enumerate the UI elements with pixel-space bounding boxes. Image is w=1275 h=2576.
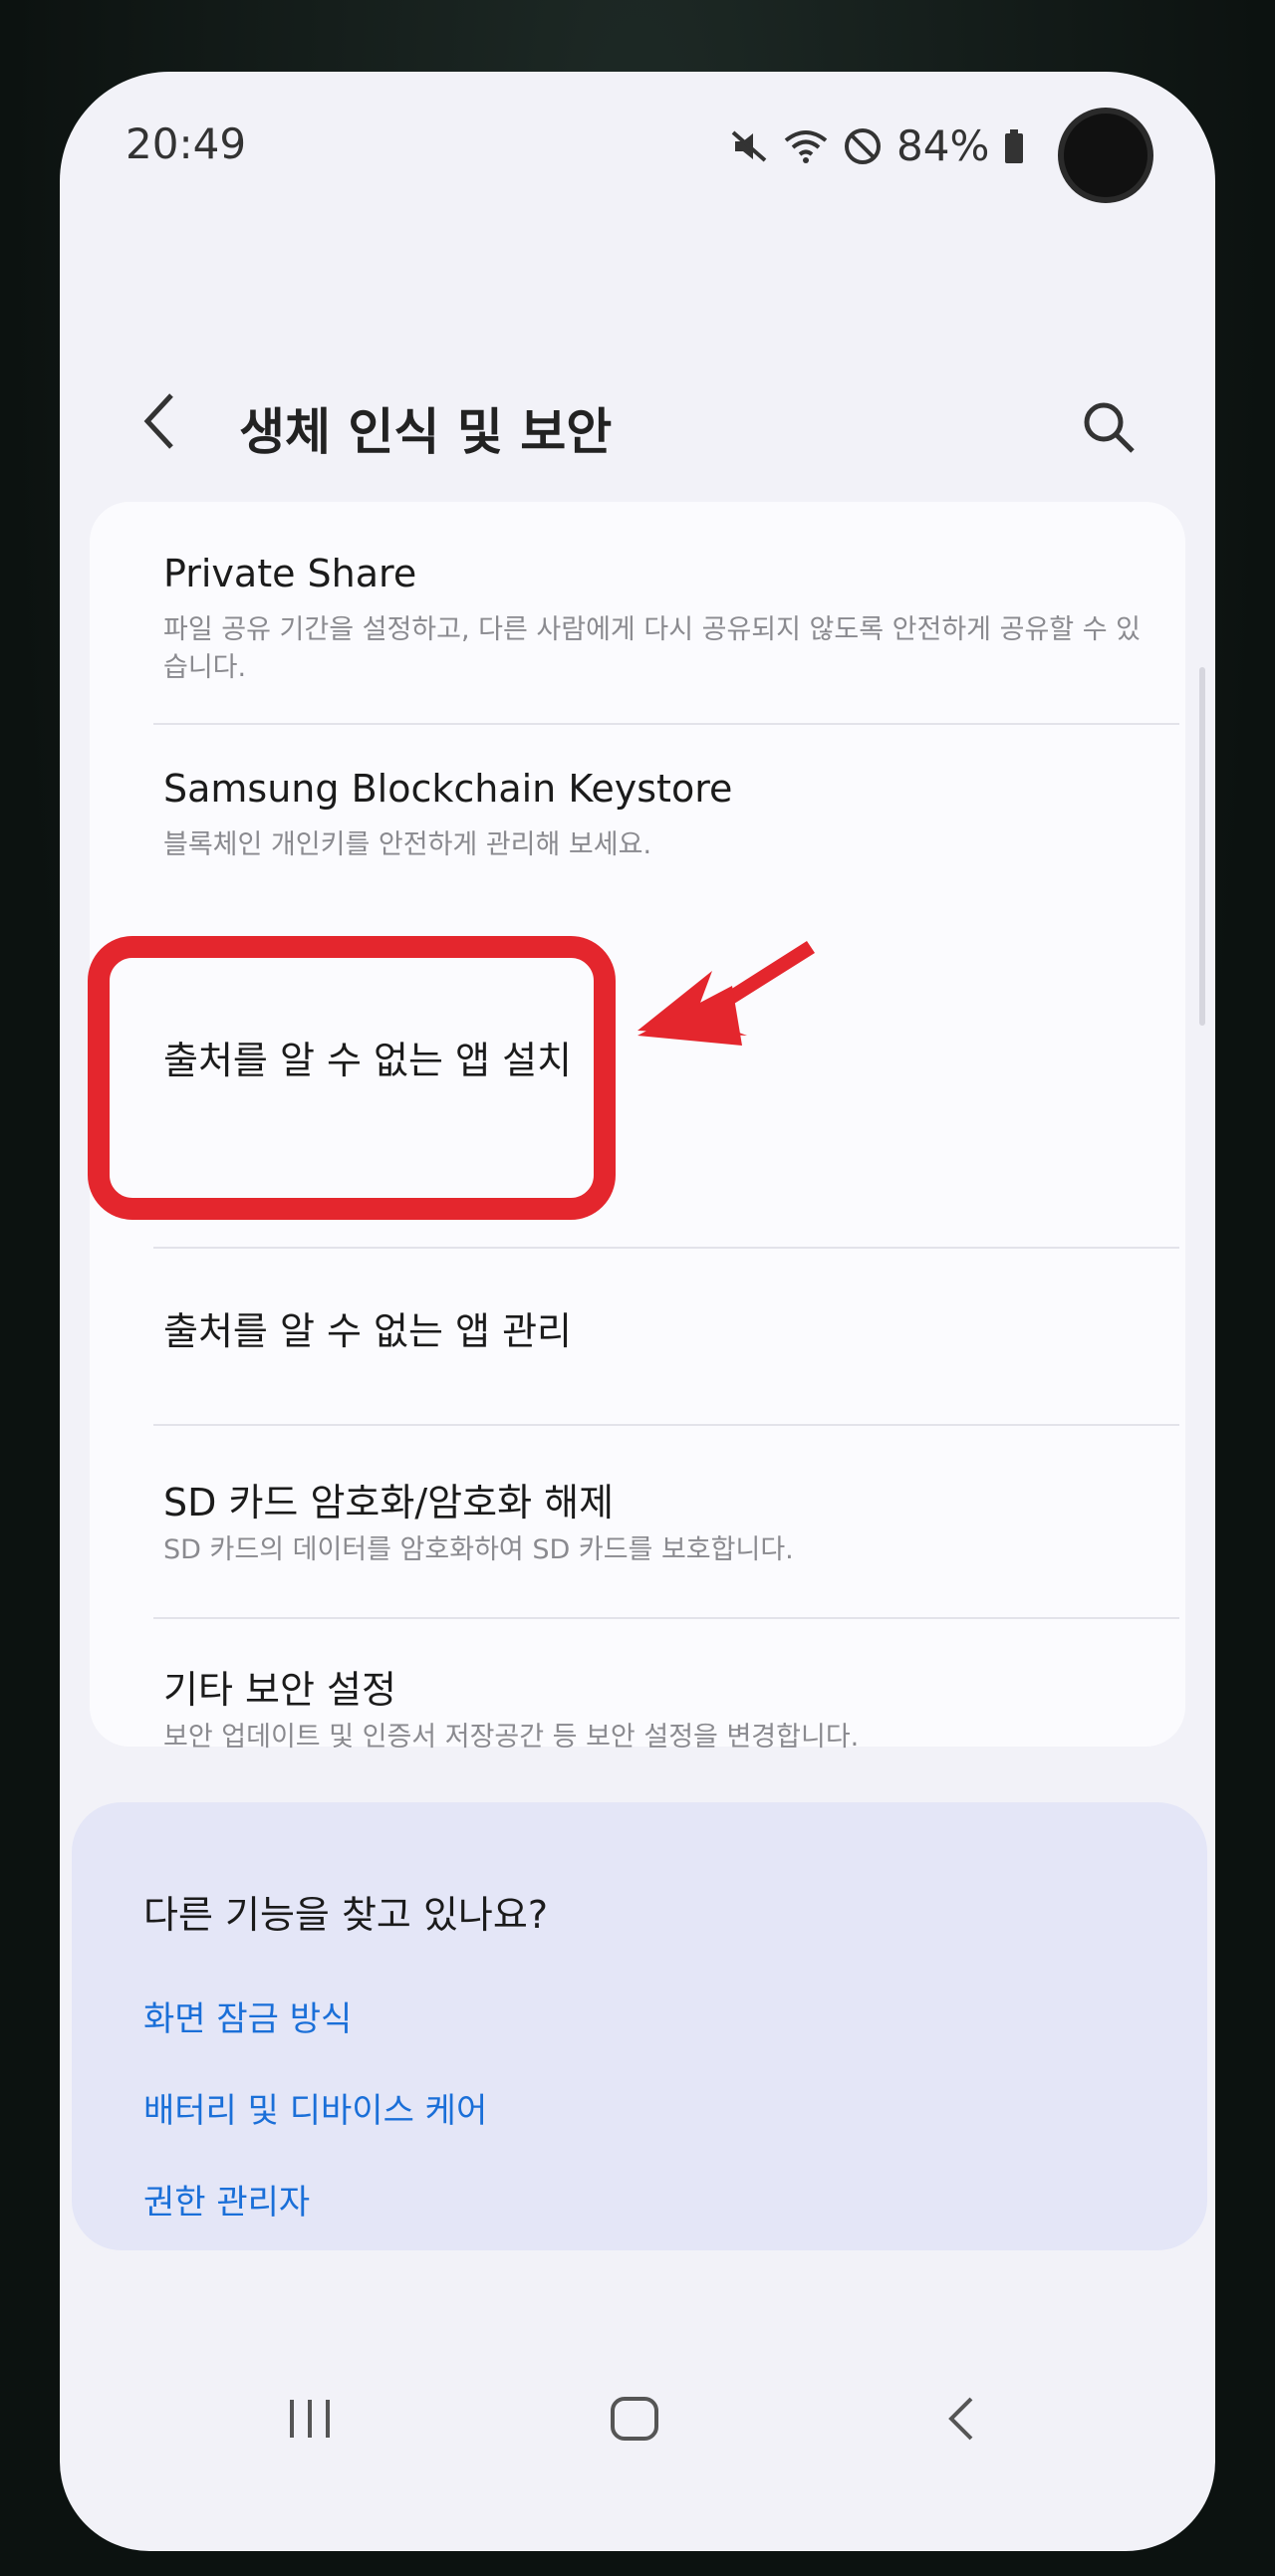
wifi-icon	[783, 126, 829, 166]
front-camera	[1058, 108, 1153, 203]
setting-title: 출처를 알 수 없는 앱 관리	[163, 1309, 572, 1353]
status-time: 20:49	[126, 119, 247, 168]
setting-subtitle: 보안 업데이트 및 인증서 저장공간 등 보안 설정을 변경합니다.	[163, 1722, 860, 1753]
search-icon	[1081, 399, 1137, 459]
link-screen-lock-type[interactable]: 화면 잠금 방식	[143, 1991, 352, 2040]
back-icon	[941, 2391, 981, 2451]
setting-title: Samsung Blockchain Keystore	[163, 767, 733, 811]
setting-title: SD 카드 암호화/암호화 해제	[163, 1481, 615, 1524]
home-icon	[607, 2391, 662, 2451]
home-button[interactable]	[590, 2376, 679, 2465]
setting-subtitle: 파일 공유 기간을 설정하고, 다른 사람에게 다시 공유되지 않도록 안전하게…	[163, 614, 1141, 683]
setting-other-security[interactable]: 기타 보안 설정 보안 업데이트 및 인증서 저장공간 등 보안 설정을 변경합…	[90, 1621, 1185, 1753]
nav-back-button[interactable]	[916, 2376, 1006, 2465]
page-title: 생체 인식 및 보안	[239, 403, 613, 461]
phone-screen: 20:49 84% 생체 인식 및 보안 Private Share 파일 공유…	[60, 72, 1215, 2551]
setting-manage-unknown-apps[interactable]: 출처를 알 수 없는 앱 관리	[90, 1251, 1185, 1420]
status-icons: 84%	[729, 121, 1025, 170]
phone-case: 20:49 84% 생체 인식 및 보안 Private Share 파일 공유…	[0, 0, 1275, 2576]
recent-apps-button[interactable]	[265, 2376, 355, 2465]
battery-percentage: 84%	[896, 121, 990, 170]
setting-title: Private Share	[163, 552, 417, 595]
red-arrow-icon	[638, 941, 815, 1046]
search-button[interactable]	[1074, 394, 1144, 464]
divider	[153, 1424, 1179, 1426]
divider	[153, 723, 1179, 725]
setting-subtitle: SD 카드의 데이터를 암호화하여 SD 카드를 보호합니다.	[163, 1534, 794, 1565]
link-battery-device-care[interactable]: 배터리 및 디바이스 케어	[143, 2083, 487, 2132]
scrollbar[interactable]	[1199, 667, 1205, 1026]
mute-icon	[729, 126, 769, 166]
battery-icon	[1003, 126, 1025, 166]
help-card: 다른 기능을 찾고 있나요? 화면 잠금 방식 배터리 및 디바이스 케어 권한…	[72, 1802, 1207, 2250]
do-not-disturb-icon	[843, 126, 883, 166]
app-bar: 생체 인식 및 보안	[60, 360, 1215, 490]
divider	[153, 1247, 1179, 1249]
setting-title: 기타 보안 설정	[163, 1668, 396, 1712]
divider	[153, 1617, 1179, 1619]
setting-private-share[interactable]: Private Share 파일 공유 기간을 설정하고, 다른 사람에게 다시…	[90, 532, 1185, 731]
highlight-annotation-box	[88, 936, 616, 1220]
setting-blockchain-keystore[interactable]: Samsung Blockchain Keystore 블록체인 개인키를 안전…	[90, 741, 1185, 910]
recent-apps-icon	[284, 2394, 336, 2448]
help-title: 다른 기능을 찾고 있나요?	[143, 1893, 549, 1937]
back-button[interactable]	[129, 388, 189, 458]
setting-sd-card-encryption[interactable]: SD 카드 암호화/암호화 해제 SD 카드의 데이터를 암호화하여 SD 카드…	[90, 1428, 1185, 1617]
status-bar: 20:49 84%	[60, 72, 1215, 211]
navigation-bar	[60, 2352, 1215, 2481]
chevron-left-icon	[139, 389, 179, 457]
setting-subtitle: 블록체인 개인키를 안전하게 관리해 보세요.	[163, 829, 652, 860]
link-permission-manager[interactable]: 권한 관리자	[143, 2175, 310, 2224]
